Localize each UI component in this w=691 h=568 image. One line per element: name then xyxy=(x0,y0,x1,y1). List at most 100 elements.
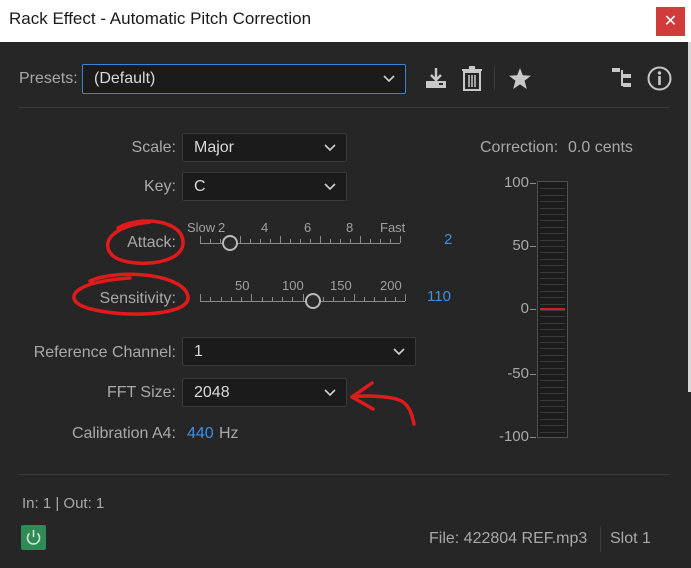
slider-tick xyxy=(290,239,291,243)
toolbar-divider xyxy=(494,66,495,90)
chevron-down-icon xyxy=(393,338,405,356)
sensitivity-tick-label: 150 xyxy=(330,278,352,293)
sensitivity-tick-label: 100 xyxy=(282,278,304,293)
calibration-label: Calibration A4: xyxy=(71,425,176,442)
correction-value: 0.0 cents xyxy=(568,139,633,156)
attack-tick-label: 2 xyxy=(218,220,226,235)
key-dropdown[interactable]: C xyxy=(182,172,347,201)
footer-divider xyxy=(19,474,669,475)
meter-gridline xyxy=(540,322,565,324)
slider-tick xyxy=(343,297,345,301)
power-icon xyxy=(26,530,41,545)
calibration-value[interactable]: 440 xyxy=(187,425,214,443)
meter-gridline xyxy=(540,348,565,350)
attack-knob[interactable] xyxy=(222,235,238,251)
correction-label: Correction: xyxy=(480,139,559,156)
sensitivity-value[interactable]: 110 xyxy=(427,288,451,305)
slider-tick xyxy=(360,236,361,243)
slider-tick xyxy=(310,239,311,243)
chevron-down-icon xyxy=(324,134,336,152)
slider-tick xyxy=(302,294,304,301)
meter-tick xyxy=(530,437,536,438)
calibration-unit: Hz xyxy=(219,425,239,442)
slider-tick xyxy=(270,239,271,243)
meter-gridline xyxy=(540,246,565,247)
reference-channel-label: Reference Channel: xyxy=(33,344,176,361)
slider-tick xyxy=(374,297,376,301)
attack-tick-label: 4 xyxy=(261,220,269,235)
meter-scale-label: 50 xyxy=(512,237,529,254)
meter-gridline xyxy=(540,316,565,318)
scale-dropdown[interactable]: Major xyxy=(182,133,347,162)
slider-tick xyxy=(220,297,222,301)
power-button[interactable] xyxy=(21,525,46,550)
meter-gridline xyxy=(540,271,565,273)
slider-tick xyxy=(250,239,251,243)
meter-gridline xyxy=(540,342,565,343)
presets-value: (Default) xyxy=(94,70,156,87)
slider-tick xyxy=(330,239,331,243)
slot-label: Slot 1 xyxy=(610,530,651,547)
meter-gridline xyxy=(540,354,565,356)
meter-gridline xyxy=(540,239,565,241)
slider-tick xyxy=(261,297,263,301)
slider-tick xyxy=(260,239,261,243)
meter-scale-label: -50 xyxy=(507,365,529,382)
meter-scale-label: 0 xyxy=(520,300,529,317)
meter-scale-label: 100 xyxy=(503,174,529,191)
meter-gridline xyxy=(540,226,565,228)
slider-tick xyxy=(300,239,301,243)
slider-tick xyxy=(282,297,283,301)
slider-tick xyxy=(384,297,386,301)
slider-tick xyxy=(340,239,341,243)
meter-gridline xyxy=(540,265,565,267)
slider-tick xyxy=(364,297,365,301)
fft-size-dropdown[interactable]: 2048 xyxy=(182,378,347,407)
meter-tick xyxy=(530,246,536,247)
routing-icon[interactable] xyxy=(612,68,632,93)
meter-gridline xyxy=(540,303,565,305)
trash-icon[interactable] xyxy=(461,66,483,96)
meter-gridline xyxy=(540,214,565,215)
meter-gridline xyxy=(540,188,565,190)
sensitivity-tick-label: 50 xyxy=(235,278,250,293)
meter-gridline xyxy=(540,367,565,369)
key-label: Key: xyxy=(143,178,176,195)
chevron-down-icon xyxy=(383,65,395,83)
meter-gridline xyxy=(540,194,565,196)
slider-tick xyxy=(333,297,335,301)
meter-gridline xyxy=(540,252,565,254)
attack-value[interactable]: 2 xyxy=(444,231,452,248)
meter-gridline xyxy=(540,431,565,433)
slider-tick xyxy=(380,239,381,243)
scale-value: Major xyxy=(194,139,235,156)
meter-gridline xyxy=(540,297,565,299)
meter-gridline xyxy=(540,290,565,292)
close-button[interactable]: ✕ xyxy=(656,7,685,36)
sensitivity-knob[interactable] xyxy=(304,293,321,309)
window-title: Rack Effect - Automatic Pitch Correction xyxy=(9,9,312,28)
presets-dropdown[interactable]: (Default) xyxy=(82,64,406,94)
title-bar: Rack Effect - Automatic Pitch Correction… xyxy=(0,0,691,42)
meter-gridline xyxy=(540,310,565,311)
download-icon[interactable] xyxy=(424,66,448,95)
attack-tick-label: Fast xyxy=(380,220,406,235)
footer-separator xyxy=(600,526,601,552)
fft-size-label: FFT Size: xyxy=(106,384,176,401)
meter-gridline xyxy=(540,258,565,260)
presets-label: Presets: xyxy=(19,70,78,87)
slider-tick xyxy=(210,297,212,301)
meter-gridline xyxy=(540,406,565,407)
file-label: File: 422804 REF.mp3 xyxy=(429,530,588,547)
slider-tick xyxy=(394,297,396,301)
slider-tick xyxy=(240,236,241,243)
sensitivity-label: Sensitivity: xyxy=(99,290,176,307)
star-icon[interactable] xyxy=(509,68,531,94)
meter-gridline xyxy=(540,220,565,222)
reference-channel-dropdown[interactable]: 1 xyxy=(182,337,416,366)
key-value: C xyxy=(194,178,206,195)
sensitivity-tick-label: 200 xyxy=(380,278,402,293)
slider-tick xyxy=(320,236,321,243)
info-icon[interactable] xyxy=(647,66,672,96)
slider-tick xyxy=(200,236,201,243)
